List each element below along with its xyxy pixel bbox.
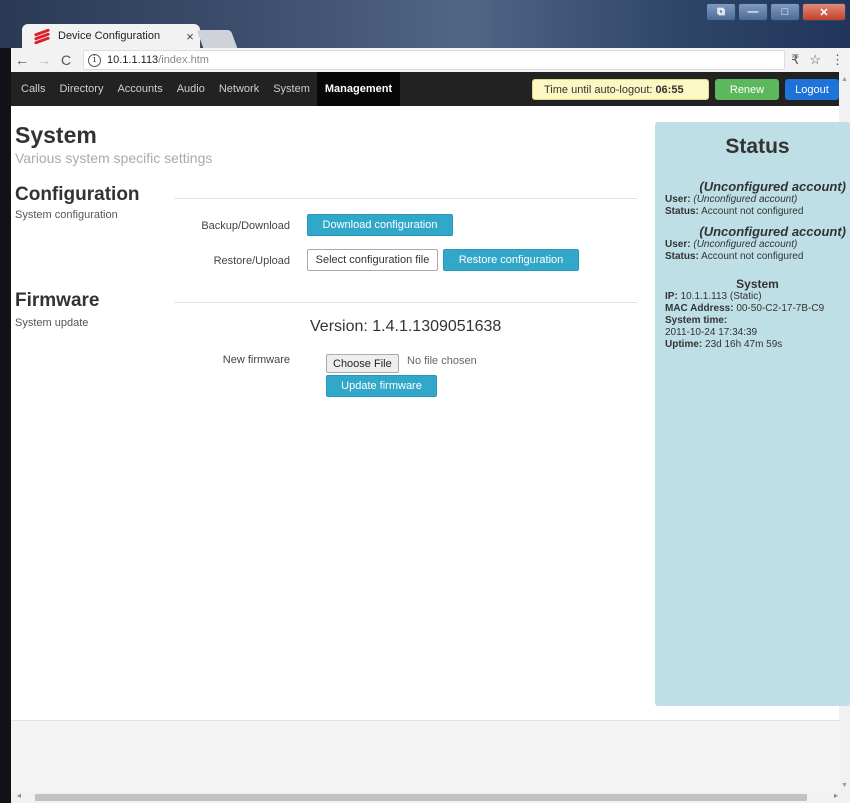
system-time-value: 2011-10-24 17:34:39 <box>665 327 758 338</box>
firmware-divider <box>174 302 637 303</box>
account-1-user: User: (Unconfigured account) <box>665 194 850 206</box>
account-2-title: (Unconfigured account) <box>699 224 846 239</box>
horizontal-scroll-thumb[interactable] <box>35 794 807 801</box>
browser-titlebar: Device Configuration × ⧉ — □ ✕ <box>0 0 850 48</box>
account-1-user-value: (Unconfigured account) <box>693 194 798 205</box>
scroll-up-icon[interactable]: ▲ <box>841 76 848 83</box>
configuration-subheading: System configuration <box>15 209 118 221</box>
backup-label: Backup/Download <box>201 220 290 232</box>
nav-system[interactable]: System <box>266 72 317 106</box>
nav-calls[interactable]: Calls <box>11 72 52 106</box>
page-title: System <box>15 122 97 148</box>
scroll-left-icon[interactable]: ◂ <box>17 791 21 800</box>
autologout-time: 06:55 <box>655 83 684 96</box>
url-host: 10.1.1.113 <box>107 54 159 66</box>
info-icon[interactable]: i <box>88 53 101 67</box>
reload-icon[interactable]: C <box>55 52 77 68</box>
download-configuration-button[interactable]: Download configuration <box>307 214 453 236</box>
account-2-user-value: (Unconfigured account) <box>693 239 798 250</box>
forward-icon[interactable]: → <box>33 52 55 68</box>
choose-file-button[interactable]: Choose File <box>326 354 399 373</box>
account-1-user-label: User: <box>665 194 691 205</box>
restore-configuration-button[interactable]: Restore configuration <box>443 249 579 271</box>
maximize-icon[interactable]: □ <box>770 3 800 21</box>
menu-kebab-icon[interactable]: ⋮ <box>831 52 844 68</box>
account-1-status: Status: Account not configured <box>665 206 850 218</box>
new-tab-button[interactable] <box>196 30 238 48</box>
page-content: System Various system specific settings … <box>11 106 850 720</box>
ip-line: IP: 10.1.1.113 (Static) <box>665 291 850 303</box>
configuration-heading: Configuration <box>15 184 140 205</box>
horizontal-scrollbar[interactable]: ◂ ▸ <box>11 791 850 803</box>
window-left-edge <box>0 48 11 803</box>
autologout-label: Time until auto-logout: <box>544 83 653 96</box>
browser-tab[interactable]: Device Configuration × <box>22 24 200 48</box>
no-file-chosen-text: No file chosen <box>407 355 477 367</box>
system-status-title: System <box>736 277 779 291</box>
status-title: Status <box>725 135 790 158</box>
account-2-status-label: Status: <box>665 251 699 262</box>
nav-directory[interactable]: Directory <box>52 72 110 106</box>
mac-line: MAC Address: 00-50-C2-17-7B-C9 <box>665 303 850 315</box>
system-time-label: System time: <box>665 315 728 326</box>
restore-label: Restore/Upload <box>213 255 290 267</box>
new-firmware-label: New firmware <box>222 354 290 366</box>
firmware-subheading: System update <box>15 317 89 329</box>
logout-button[interactable]: Logout <box>785 79 839 100</box>
scroll-right-icon[interactable]: ▸ <box>834 791 838 800</box>
back-icon[interactable]: ← <box>11 52 33 68</box>
tab-title: Device Configuration <box>58 30 161 42</box>
account-2-status-value: Account not configured <box>701 251 804 262</box>
status-panel: Status (Unconfigured account) User: (Unc… <box>655 122 850 706</box>
page-subtitle: Various system specific settings <box>15 150 213 166</box>
account-1-status-label: Status: <box>665 206 699 217</box>
site-logo-icon <box>33 28 51 45</box>
firmware-version: Version: 1.4.1.1309051638 <box>310 318 502 335</box>
autologout-badge: Time until auto-logout: 06:55 <box>532 79 709 100</box>
nav-accounts[interactable]: Accounts <box>110 72 169 106</box>
url-path: /index.htm <box>158 54 209 66</box>
address-bar: ← → C i 10.1.1.113/index.htm ₹ ☆ ⋮ <box>11 48 850 72</box>
uptime-value: 23d 16h 47m 59s <box>705 339 783 350</box>
page-footer <box>11 720 839 791</box>
firmware-heading: Firmware <box>15 290 100 311</box>
select-configuration-file-input[interactable]: Select configuration file <box>307 249 438 271</box>
restore-window-icon[interactable]: ⧉ <box>706 3 736 21</box>
account-2-user: User: (Unconfigured account) <box>665 239 850 251</box>
uptime-line: Uptime: 23d 16h 47m 59s <box>665 339 850 351</box>
renew-button[interactable]: Renew <box>715 79 779 100</box>
ip-label: IP: <box>665 291 678 302</box>
close-window-icon[interactable]: ✕ <box>802 3 846 21</box>
mac-label: MAC Address: <box>665 303 734 314</box>
update-firmware-button[interactable]: Update firmware <box>326 375 437 397</box>
url-field[interactable]: i 10.1.1.113/index.htm <box>83 50 786 70</box>
nav-management[interactable]: Management <box>316 72 401 106</box>
account-2-user-label: User: <box>665 239 691 250</box>
scroll-down-icon[interactable]: ▼ <box>841 782 848 789</box>
mac-value: 00-50-C2-17-7B-C9 <box>736 303 825 314</box>
bookmark-star-icon[interactable]: ☆ <box>809 52 821 68</box>
account-1-status-value: Account not configured <box>701 206 804 217</box>
translate-icon[interactable]: ₹ <box>791 52 799 68</box>
nav-audio[interactable]: Audio <box>170 72 212 106</box>
ip-value: 10.1.1.113 (Static) <box>680 291 762 302</box>
configuration-divider <box>174 198 637 199</box>
uptime-label: Uptime: <box>665 339 703 350</box>
account-2-status: Status: Account not configured <box>665 251 850 263</box>
minimize-icon[interactable]: — <box>738 3 768 21</box>
system-time-line: System time: <box>665 315 850 327</box>
nav-network[interactable]: Network <box>212 72 266 106</box>
window-controls: ⧉ — □ ✕ <box>706 3 846 21</box>
account-1-title: (Unconfigured account) <box>699 179 846 194</box>
